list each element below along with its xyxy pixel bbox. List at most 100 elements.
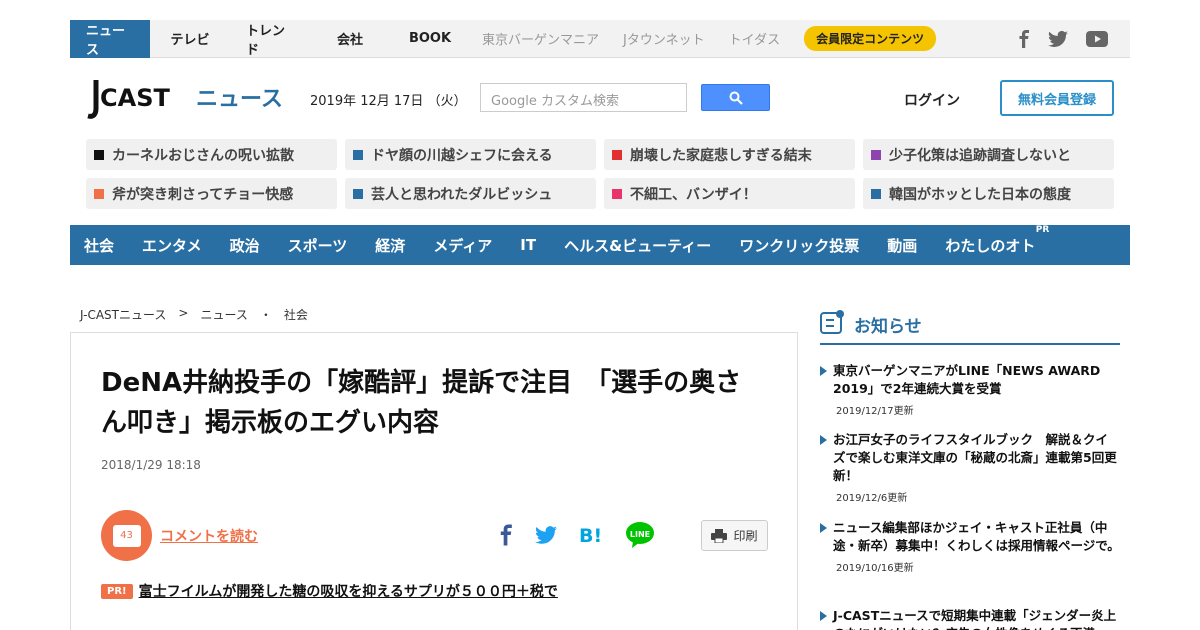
- notice-title[interactable]: ニュース編集部ほかジェイ・キャスト正社員（中途・新卒）募集中！くわしくは採用情報…: [833, 519, 1120, 555]
- category-it[interactable]: IT: [520, 236, 536, 254]
- read-comments-link[interactable]: コメントを読む: [160, 526, 258, 546]
- register-button[interactable]: 無料会員登録: [1000, 80, 1114, 116]
- trending-tag[interactable]: ドヤ顔の川越シェフに会える: [345, 139, 596, 170]
- notice-title[interactable]: J-CASTニュースで短期集中連載「ジェンダー炎上のなにがいけない？広告の女性像…: [833, 607, 1120, 630]
- notice-date: 2019/12/6更新: [836, 493, 908, 504]
- breadcrumb-society[interactable]: 社会: [284, 306, 308, 323]
- breadcrumb-separator: >: [178, 306, 189, 320]
- twitter-icon[interactable]: [1048, 31, 1068, 47]
- login-link[interactable]: ログイン: [904, 90, 960, 110]
- search-button[interactable]: [701, 84, 770, 111]
- search-icon: [729, 91, 743, 105]
- tag-label: 崩壊した家庭悲しすぎる結末: [630, 147, 812, 164]
- article-date: 2018/1/29 18:18: [101, 458, 201, 472]
- svg-text:ニュース: ニュース: [196, 87, 283, 112]
- svg-text:LINE: LINE: [630, 530, 650, 539]
- category-health-beauty[interactable]: ヘルス&ビューティー: [564, 235, 711, 256]
- category-economy[interactable]: 経済: [375, 235, 405, 256]
- tag-color-marker: [871, 188, 881, 199]
- line-share-icon[interactable]: LINE: [625, 521, 655, 549]
- notice-item[interactable]: 東京バーゲンマニアがLINE「NEWS AWARD 2019」で2年連続大賞を受…: [820, 362, 1120, 417]
- category-watashi-no-oto[interactable]: わたしのオト PR: [945, 225, 1049, 256]
- svg-text:B!: B!: [579, 525, 602, 545]
- comment-bubble-icon: 43: [112, 524, 141, 547]
- trending-tag[interactable]: カーネルおじさんの呪い拡散: [86, 139, 337, 170]
- facebook-share-icon[interactable]: [499, 524, 513, 546]
- notice-item[interactable]: J-CASTニュースで短期集中連載「ジェンダー炎上のなにがいけない？広告の女性像…: [820, 607, 1120, 630]
- category-sports[interactable]: スポーツ: [288, 235, 348, 256]
- svg-text:CAST: CAST: [100, 84, 170, 112]
- tag-color-marker: [871, 149, 881, 160]
- bullet-arrow-icon: [820, 523, 827, 533]
- topnav-trend[interactable]: トレンド: [230, 20, 310, 58]
- breadcrumb-news[interactable]: ニュース: [200, 306, 247, 323]
- breadcrumb-home[interactable]: J-CASTニュース: [80, 306, 166, 323]
- tag-color-marker: [353, 188, 363, 199]
- trending-tag[interactable]: 崩壊した家庭悲しすぎる結末: [604, 139, 855, 170]
- tag-label: 不細工、バンザイ！: [630, 186, 757, 203]
- pr-ad-link[interactable]: 富士フイルムが開発した糖の吸収を抑えるサプリが５００円＋税で: [139, 581, 558, 601]
- notice-date: 2019/10/16更新: [836, 563, 914, 574]
- topnav-tv[interactable]: テレビ: [150, 20, 230, 58]
- current-date: 2019年 12月 17日 （火）: [310, 94, 467, 109]
- tag-label: 少子化策は追跡調査しないと: [889, 147, 1071, 164]
- trending-tag[interactable]: 韓国がホッとした日本の態度: [863, 178, 1114, 209]
- trending-tag[interactable]: 斧が突き刺さってチョー快感: [86, 178, 337, 209]
- tag-label: 韓国がホッとした日本の態度: [889, 186, 1071, 203]
- top-nav: ニュース テレビ トレンド 会社 BOOK 東京バーゲンマニア Jタウンネット …: [70, 19, 1130, 58]
- tag-color-marker: [94, 188, 104, 199]
- tag-label: ドヤ顔の川越シェフに会える: [371, 147, 553, 164]
- bullet-arrow-icon: [820, 366, 827, 376]
- breadcrumb: J-CASTニュース > ニュース ・ 社会: [80, 306, 308, 323]
- category-video[interactable]: 動画: [887, 235, 917, 256]
- notice-item[interactable]: お江戸女子のライフスタイルブック 解説＆クイズで楽しむ東洋文庫の「秘蔵の北斎」連…: [820, 431, 1120, 504]
- printer-icon: [711, 528, 728, 543]
- breadcrumb-separator: ・: [259, 308, 272, 322]
- comment-count: 43: [120, 530, 133, 541]
- social-links: [1018, 20, 1108, 58]
- topnav-bargain-mania[interactable]: 東京バーゲンマニア: [470, 20, 611, 58]
- tag-color-marker: [353, 149, 363, 160]
- share-buttons: B! LINE: [499, 521, 655, 549]
- twitter-share-icon[interactable]: [535, 526, 557, 544]
- topnav-toidas[interactable]: トイダス: [717, 20, 792, 58]
- notice-item[interactable]: ニュース編集部ほかジェイ・キャスト正社員（中途・新卒）募集中！くわしくは採用情報…: [820, 519, 1120, 574]
- category-media[interactable]: メディア: [433, 235, 492, 256]
- category-politics[interactable]: 政治: [230, 235, 260, 256]
- member-content-pill[interactable]: 会員限定コンテンツ: [804, 26, 937, 51]
- print-label: 印刷: [733, 529, 758, 543]
- notices-title: お知らせ: [854, 317, 922, 337]
- search-input[interactable]: Google カスタム検索: [480, 83, 687, 112]
- youtube-icon[interactable]: [1086, 31, 1108, 47]
- tag-label: カーネルおじさんの呪い拡散: [112, 147, 294, 164]
- notice-date: 2019/12/17更新: [836, 406, 914, 417]
- comment-count-badge[interactable]: 43: [101, 510, 152, 561]
- tag-color-marker: [94, 149, 104, 160]
- pr-badge: PR!: [101, 583, 133, 599]
- notice-title[interactable]: 東京バーゲンマニアがLINE「NEWS AWARD 2019」で2年連続大賞を受…: [833, 362, 1120, 398]
- bullet-arrow-icon: [820, 611, 827, 621]
- category-entertainment[interactable]: エンタメ: [142, 235, 202, 256]
- tag-label: 斧が突き刺さってチョー快感: [112, 186, 294, 203]
- category-society[interactable]: 社会: [84, 235, 114, 256]
- trending-tag[interactable]: 不細工、バンザイ！: [604, 178, 855, 209]
- notice-title[interactable]: お江戸女子のライフスタイルブック 解説＆クイズで楽しむ東洋文庫の「秘蔵の北斎」連…: [833, 431, 1120, 485]
- pr-ad-line[interactable]: PR! 富士フイルムが開発した糖の吸収を抑えるサプリが５００円＋税で: [101, 581, 558, 601]
- topnav-company[interactable]: 会社: [310, 20, 390, 58]
- hatena-bookmark-icon[interactable]: B!: [579, 525, 603, 545]
- article-card: DeNA井納投手の「嫁酷評」提訴で注目 「選手の奥さん叩き」掲示板のエグい内容 …: [70, 332, 798, 630]
- print-button[interactable]: 印刷: [701, 520, 768, 551]
- tag-label: 芸人と思われたダルビッシュ: [371, 186, 553, 203]
- notice-icon: [820, 310, 844, 334]
- trending-tag[interactable]: 芸人と思われたダルビッシュ: [345, 178, 596, 209]
- article-headline: DeNA井納投手の「嫁酷評」提訴で注目 「選手の奥さん叩き」掲示板のエグい内容: [101, 368, 742, 438]
- topnav-j-town-net[interactable]: Jタウンネット: [611, 20, 717, 58]
- jcast-news-logo[interactable]: CAST ニュース: [86, 78, 286, 122]
- facebook-icon[interactable]: [1018, 30, 1030, 48]
- bullet-arrow-icon: [820, 435, 827, 445]
- trending-tag[interactable]: 少子化策は追跡調査しないと: [863, 139, 1114, 170]
- topnav-book[interactable]: BOOK: [390, 20, 470, 58]
- category-one-click-poll[interactable]: ワンクリック投票: [739, 235, 859, 256]
- trending-tags: カーネルおじさんの呪い拡散 ドヤ顔の川越シェフに会える 崩壊した家庭悲しすぎる結…: [86, 139, 1114, 209]
- topnav-news[interactable]: ニュース: [70, 19, 150, 58]
